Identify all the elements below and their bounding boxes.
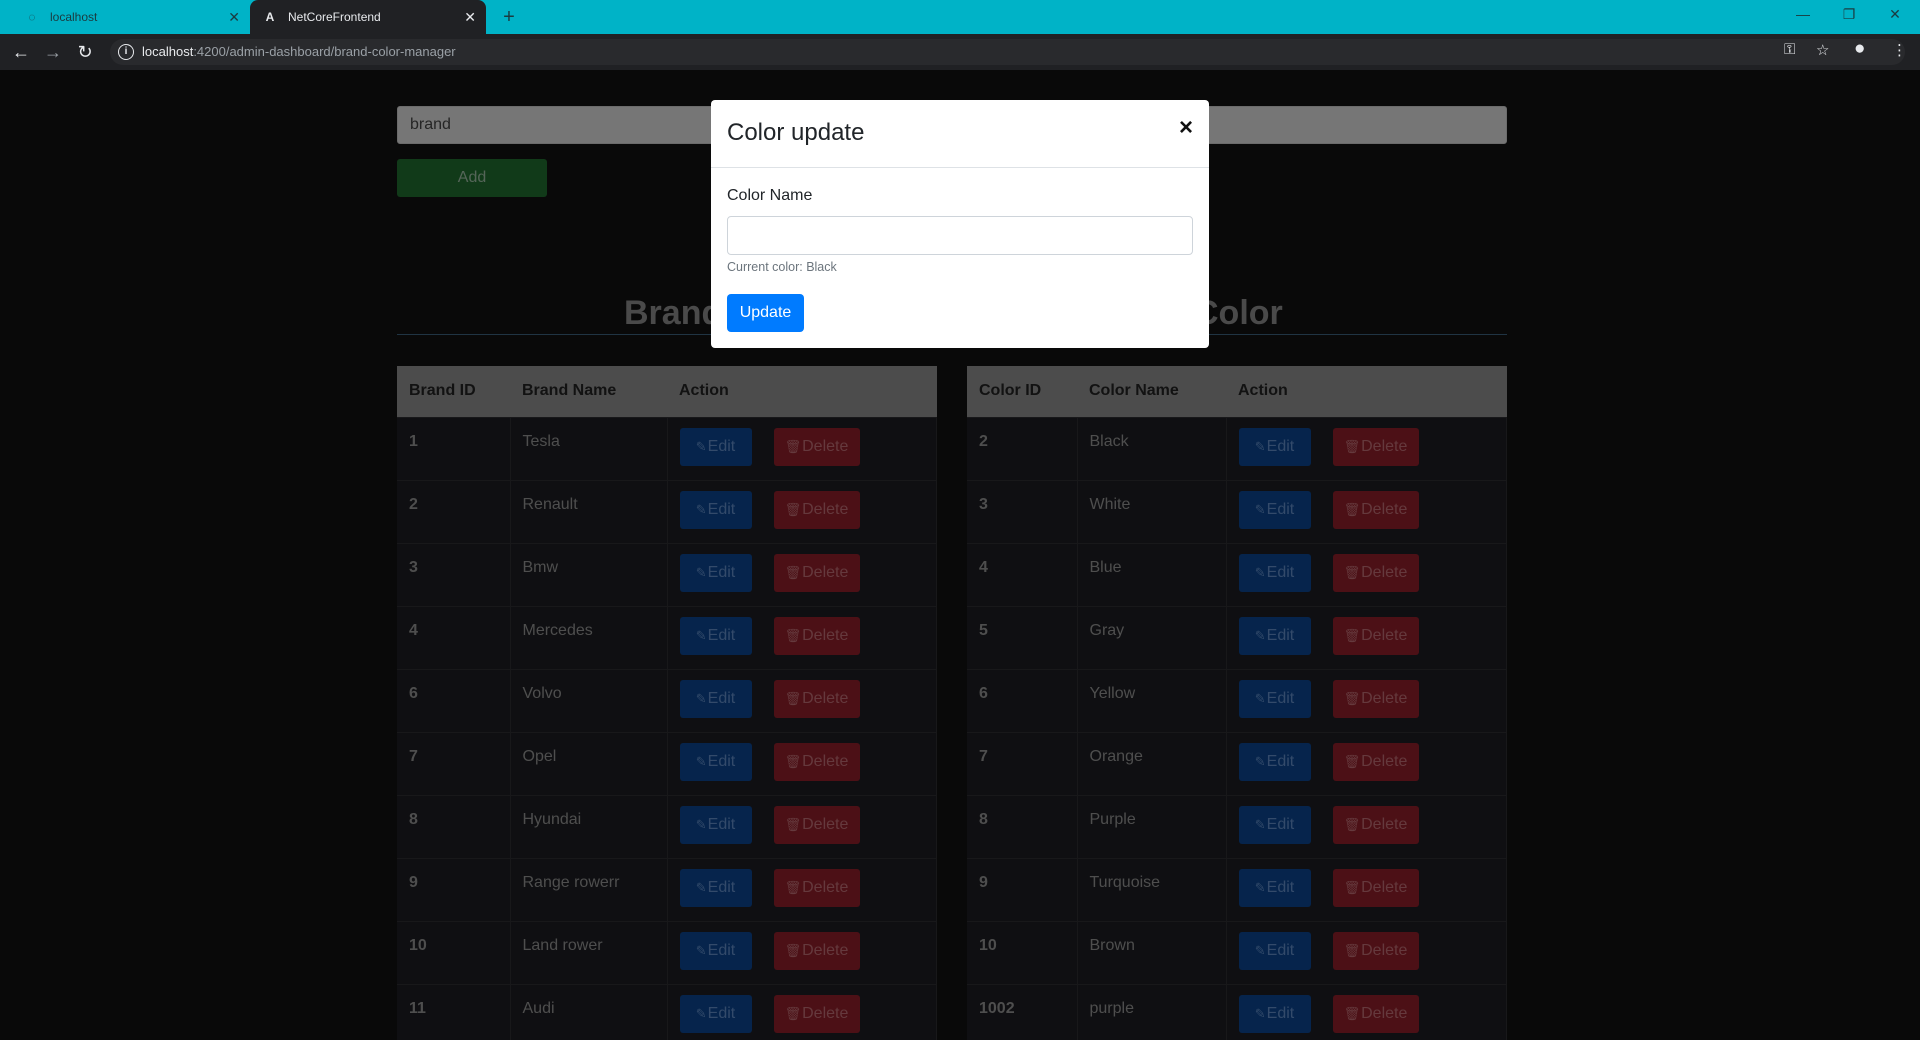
browser-toolbar: ← → ↻ i localhost:4200/admin-dashboard/b… (0, 34, 1920, 70)
address-bar[interactable]: i localhost:4200/admin-dashboard/brand-c… (110, 39, 1905, 65)
reload-icon[interactable]: ↻ (73, 40, 97, 64)
close-tab-icon[interactable]: ✕ (228, 9, 240, 26)
new-tab-plus-icon[interactable]: + (498, 6, 520, 28)
profile-avatar-icon[interactable]: ● (1854, 38, 1865, 60)
current-color-help-text: Current color: Black (727, 260, 837, 274)
restore-icon[interactable]: ❐ (1826, 0, 1872, 30)
color-name-label: Color Name (727, 187, 813, 204)
modal-header: Color update × (711, 100, 1209, 168)
close-icon[interactable]: × (1179, 116, 1193, 140)
back-arrow-icon[interactable]: ← (9, 40, 33, 64)
forward-arrow-icon[interactable]: → (41, 40, 65, 64)
modal-title: Color update (727, 119, 865, 146)
color-name-input[interactable] (727, 216, 1193, 255)
update-button[interactable]: Update (727, 294, 804, 332)
minimize-icon[interactable]: — (1780, 0, 1826, 30)
close-tab-icon[interactable]: ✕ (464, 9, 476, 26)
tab-title: localhost (50, 10, 98, 24)
site-info-icon[interactable]: i (118, 44, 134, 60)
angular-logo-icon: A (265, 10, 275, 24)
address-url: localhost:4200/admin-dashboard/brand-col… (142, 44, 456, 59)
globe-icon: ◌ (28, 10, 36, 24)
bookmark-star-icon[interactable]: ☆ (1816, 41, 1829, 59)
close-window-icon[interactable]: ✕ (1872, 0, 1918, 30)
browser-tab-localhost[interactable]: ◌ localhost ✕ (12, 0, 250, 34)
key-icon[interactable]: ⚿ (1784, 41, 1795, 58)
browser-tab-strip: ◌ localhost ✕ A NetCoreFrontend ✕ + — ❐ … (0, 0, 1920, 34)
color-update-modal: Color update × Color Name Current color:… (711, 100, 1209, 348)
browser-tab-netcorefrontend[interactable]: A NetCoreFrontend ✕ (250, 0, 486, 34)
tab-title: NetCoreFrontend (288, 10, 381, 24)
browser-menu-kebab-icon[interactable]: ⋮ (1892, 41, 1907, 59)
